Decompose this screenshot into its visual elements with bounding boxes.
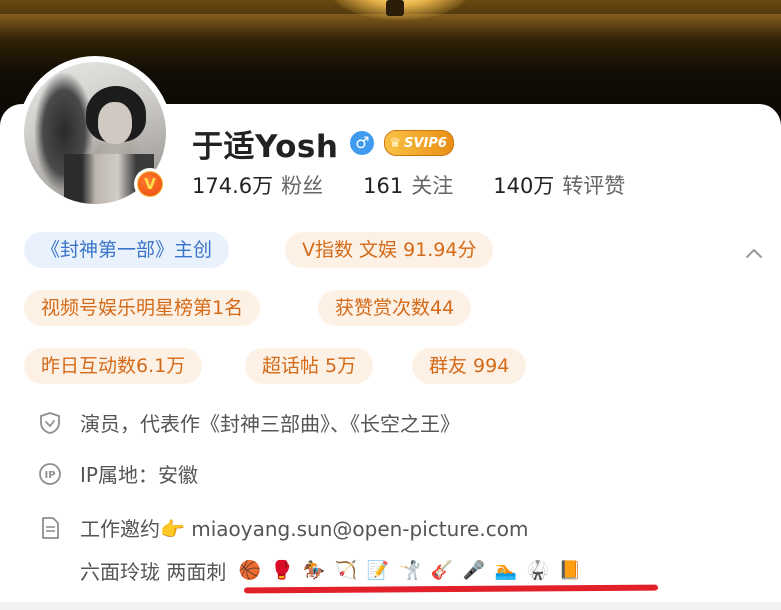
ip-location-text: IP属地：安徽: [80, 463, 198, 487]
bottom-divider: [0, 602, 781, 610]
banner-silhouette: [386, 0, 404, 16]
memo-icon: 📝: [366, 560, 390, 581]
male-icon: ♂: [350, 131, 375, 155]
martial-arts-uniform-icon: 🥋: [526, 560, 550, 581]
stat-reposts-likes[interactable]: 140万 转评赞: [493, 170, 625, 200]
stat-following[interactable]: 161 关注: [363, 170, 453, 200]
tag-group-friends[interactable]: 群友 994: [412, 348, 527, 384]
occupation-text: 演员，代表作《封神三部曲》、《长空之王》: [80, 412, 460, 436]
basketball-icon: 🏀: [238, 560, 262, 581]
tag-super-topic[interactable]: 超话帖 5万: [245, 348, 374, 384]
info-ip-location: IP IP属地：安徽: [38, 459, 198, 488]
document-icon: [38, 516, 62, 540]
tag-interactions[interactable]: 昨日互动数6.1万: [24, 348, 203, 384]
microphone-icon: 🎤: [462, 560, 486, 581]
boxing-glove-icon: 🥊: [270, 560, 294, 581]
info-work-contact: 工作邀约👉 miaoyang.sun@open-picture.com: [38, 513, 528, 542]
stat-number: 161: [363, 174, 404, 198]
stat-followers[interactable]: 174.6万 粉丝: [192, 170, 323, 200]
bow-and-arrow-icon: 🏹: [334, 560, 358, 581]
stat-label: 关注: [411, 174, 454, 198]
stat-number: 140万: [493, 174, 555, 198]
tag-fengshen[interactable]: 《封神第一部》主创: [24, 232, 230, 268]
name-row: 于适Yosh ♂ ♛ SVIP6: [192, 120, 454, 166]
ip-icon: IP: [38, 462, 62, 486]
stat-label: 转评赞: [562, 174, 626, 198]
stat-label: 粉丝: [281, 174, 324, 198]
tag-appreciation[interactable]: 获赞赏次数44: [318, 290, 472, 326]
chevron-up-icon[interactable]: [744, 244, 764, 264]
tag-video-rank[interactable]: 视频号娱乐明星榜第1名: [24, 290, 261, 326]
stats-row: 174.6万 粉丝 161 关注 140万 转评赞: [192, 168, 665, 202]
svip-badge[interactable]: ♛ SVIP6: [384, 130, 454, 156]
guitar-icon: 🎸: [430, 560, 454, 581]
crown-icon: ♛: [389, 135, 402, 151]
svg-text:IP: IP: [44, 470, 55, 481]
book-icon: 📙: [558, 560, 582, 581]
work-contact-text[interactable]: 工作邀约👉 miaoyang.sun@open-picture.com: [80, 513, 528, 542]
bio-line: 六面玲珑 两面刺 🏀 🥊 🏇 🏹 📝 🤺 🎸 🎤 🏊 🥋 📙: [80, 556, 588, 585]
bio-text: 六面玲珑 两面刺: [80, 560, 227, 584]
avatar-face: [98, 102, 132, 144]
info-occupation: 演员，代表作《封神三部曲》、《长空之王》: [38, 408, 460, 437]
swimming-icon: 🏊: [494, 560, 518, 581]
bio-emoji-row: 🏀 🥊 🏇 🏹 📝 🤺 🎸 🎤 🏊 🥋 📙: [236, 557, 588, 584]
horse-racing-icon: 🏇: [302, 560, 326, 581]
stat-number: 174.6万: [192, 174, 274, 198]
verified-badge-letter: V: [137, 171, 163, 197]
verified-badge-icon: V: [134, 168, 166, 200]
shield-icon: [38, 411, 62, 435]
profile-name: 于适Yosh: [192, 128, 339, 165]
svip-label: SVIP6: [404, 135, 447, 151]
tag-v-index[interactable]: V指数 文娱 91.94分: [285, 232, 494, 268]
fencing-icon: 🤺: [398, 560, 422, 581]
